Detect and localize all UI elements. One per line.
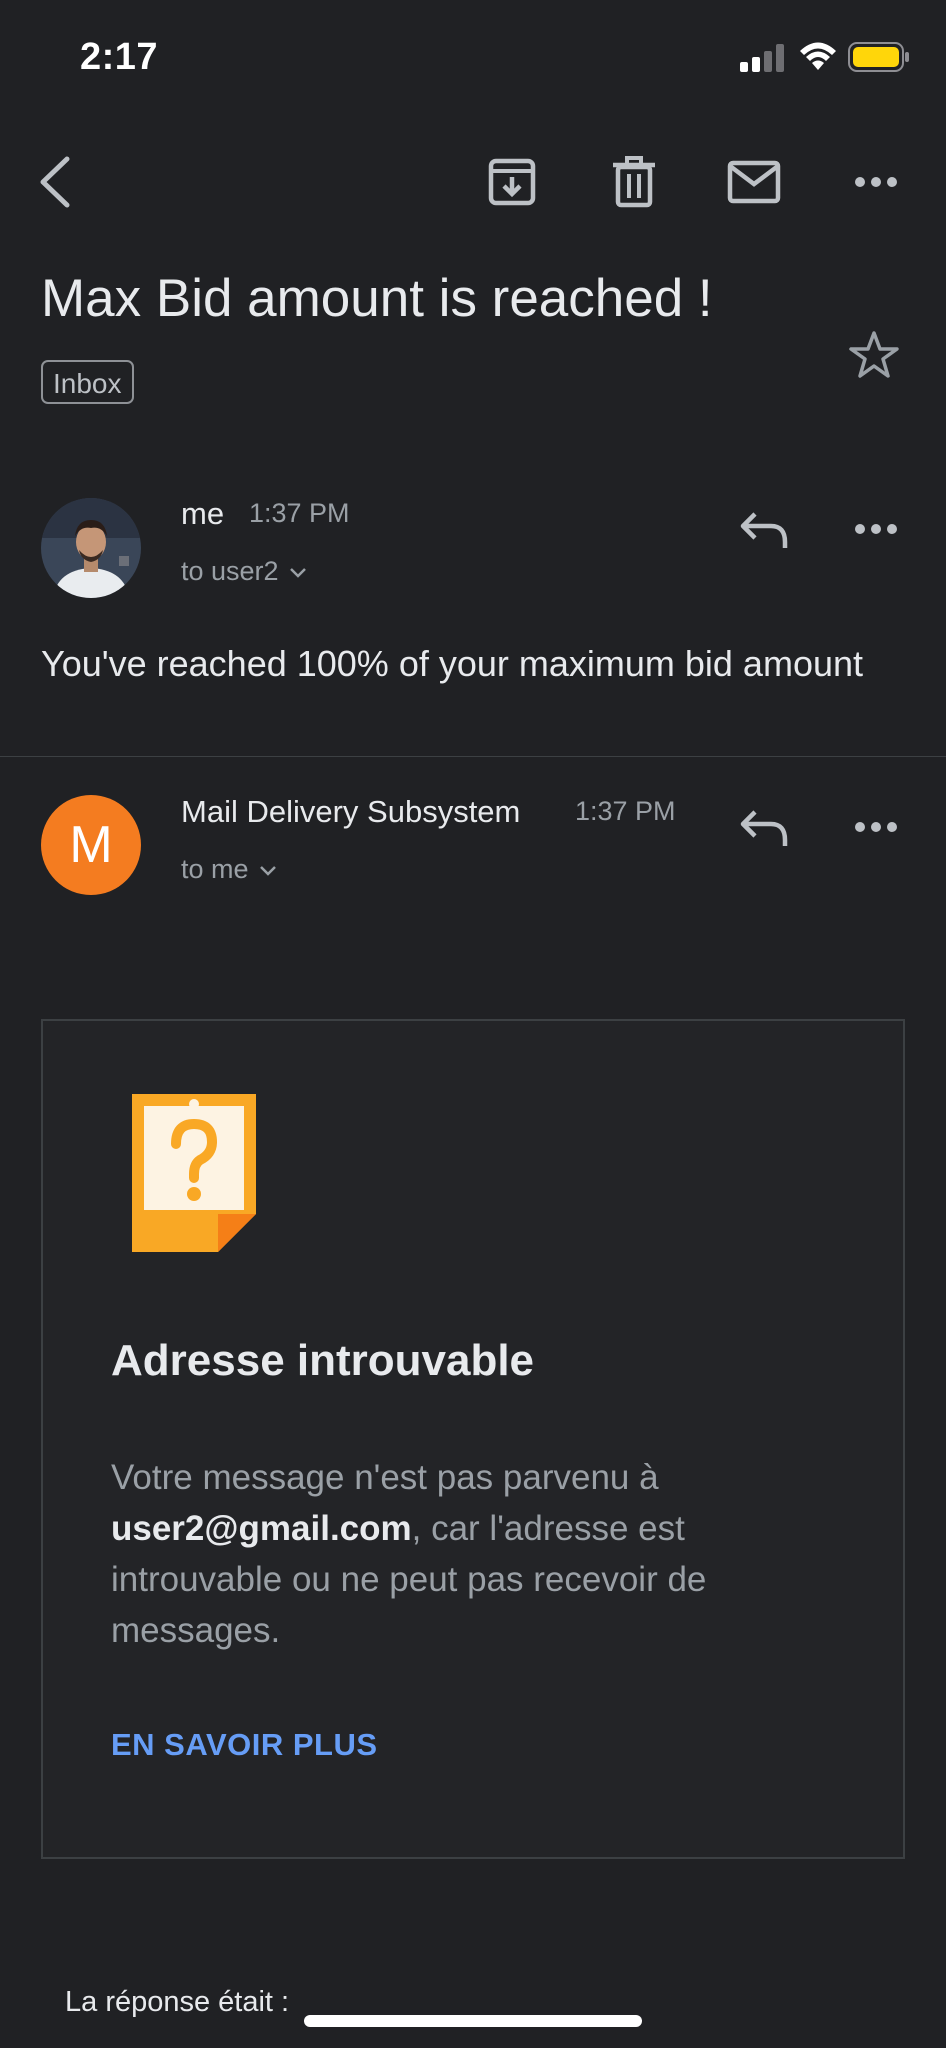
recipient-text: to me bbox=[181, 854, 249, 884]
reply-button[interactable] bbox=[736, 803, 792, 853]
sender-avatar[interactable] bbox=[41, 498, 141, 598]
question-note-icon bbox=[132, 1094, 256, 1252]
recipient-details-toggle[interactable]: to user2 bbox=[181, 556, 307, 587]
message-divider bbox=[0, 756, 946, 757]
reply-icon bbox=[740, 512, 788, 548]
more-horizontal-icon bbox=[855, 177, 897, 187]
more-horizontal-icon bbox=[855, 524, 897, 534]
bounce-body: Votre message n'est pas parvenu à user2@… bbox=[111, 1452, 851, 1656]
sender-name: me bbox=[181, 496, 225, 531]
recipient-details-toggle[interactable]: to me bbox=[181, 854, 277, 885]
reply-button[interactable] bbox=[736, 505, 792, 555]
chevron-left-icon bbox=[40, 156, 70, 208]
archive-button[interactable] bbox=[484, 154, 540, 210]
recipient-text: to user2 bbox=[181, 556, 279, 586]
home-indicator[interactable] bbox=[304, 2015, 642, 2027]
back-button[interactable] bbox=[30, 150, 80, 214]
wifi-icon bbox=[798, 40, 838, 72]
chevron-down-icon bbox=[289, 567, 306, 578]
learn-more-link[interactable]: EN SAVOIR PLUS bbox=[111, 1727, 378, 1763]
archive-icon bbox=[488, 158, 536, 206]
more-horizontal-icon bbox=[855, 822, 897, 832]
more-options-button[interactable] bbox=[848, 165, 904, 199]
mark-unread-button[interactable] bbox=[726, 154, 782, 210]
message-snippet[interactable]: You've reached 100% of your maximum bid … bbox=[41, 640, 901, 688]
email-subject: Max Bid amount is reached ! bbox=[41, 269, 713, 328]
sender-avatar[interactable]: M bbox=[41, 795, 141, 895]
mail-icon bbox=[727, 160, 781, 204]
reply-icon bbox=[740, 810, 788, 846]
battery-icon bbox=[848, 42, 910, 72]
message-time: 1:37 PM bbox=[249, 498, 350, 528]
response-label: La réponse était : bbox=[65, 1986, 290, 2018]
delete-button[interactable] bbox=[606, 154, 662, 210]
trash-icon bbox=[613, 156, 655, 208]
sender-name: Mail Delivery Subsystem bbox=[181, 794, 521, 829]
message-more-button[interactable] bbox=[848, 512, 904, 546]
chevron-down-icon bbox=[259, 865, 276, 876]
status-time: 2:17 bbox=[80, 36, 159, 78]
message-more-button[interactable] bbox=[848, 810, 904, 844]
bounce-title: Adresse introuvable bbox=[111, 1336, 535, 1385]
star-icon bbox=[849, 331, 899, 378]
inbox-label-chip[interactable]: Inbox bbox=[41, 360, 134, 404]
bounce-body-text-before: Votre message n'est pas parvenu à bbox=[111, 1458, 659, 1497]
message-time: 1:37 PM bbox=[575, 796, 676, 826]
star-button[interactable] bbox=[848, 330, 900, 380]
cellular-signal-icon bbox=[740, 44, 786, 72]
bounce-email-address: user2@gmail.com bbox=[111, 1509, 412, 1548]
